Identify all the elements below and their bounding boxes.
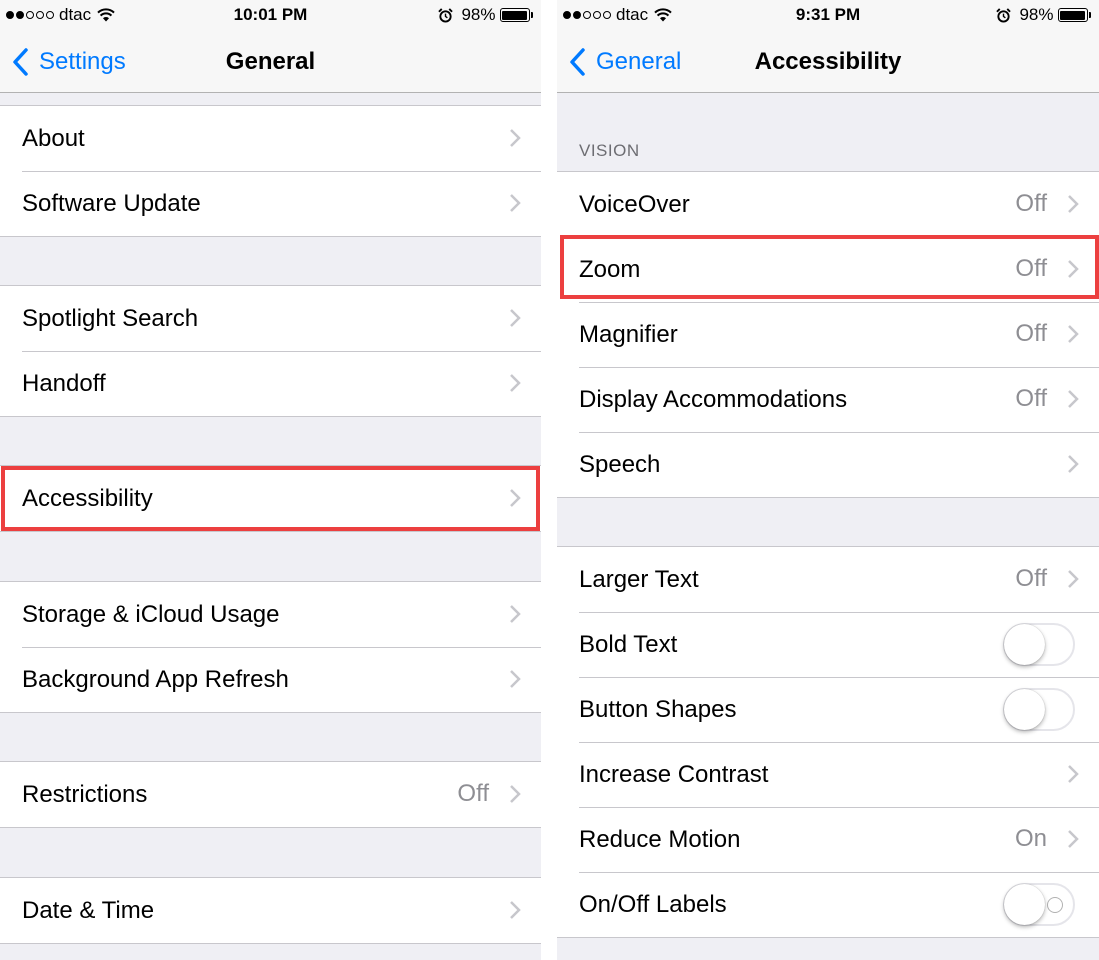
chevron-right-icon	[1068, 260, 1079, 278]
settings-row-zoom[interactable]: Zoom Off	[557, 237, 1099, 302]
settings-row-date-time[interactable]: Date & Time	[0, 878, 541, 943]
page-title: General	[225, 48, 316, 75]
accessibility-screen: dtac 9:31 PM 98% General Accessibility V…	[557, 0, 1099, 960]
battery-percent: 98%	[1019, 5, 1054, 24]
status-bar: dtac 9:31 PM 98%	[557, 0, 1099, 32]
chevron-right-icon	[1068, 325, 1079, 343]
settings-group-text-display: Larger Text Off Bold Text Button Shapes …	[557, 546, 1099, 938]
settings-group: Spotlight Search Handoff	[0, 285, 541, 417]
chevron-right-icon	[510, 129, 521, 147]
settings-row-storage-icloud-usage[interactable]: Storage & iCloud Usage	[0, 582, 541, 647]
settings-row-display-accommodations[interactable]: Display Accommodations Off	[557, 367, 1099, 432]
row-label: Magnifier	[579, 320, 678, 348]
row-label: Spotlight Search	[22, 304, 199, 332]
settings-row-reduce-motion[interactable]: Reduce Motion On	[557, 807, 1099, 872]
row-label: Increase Contrast	[579, 760, 769, 788]
row-value: Off	[1015, 255, 1047, 282]
settings-row-restrictions[interactable]: Restrictions Off	[0, 762, 541, 827]
settings-group: Restrictions Off	[0, 761, 541, 828]
settings-row-button-shapes: Button Shapes	[557, 677, 1099, 742]
settings-group: Storage & iCloud Usage Background App Re…	[0, 581, 541, 713]
settings-row-magnifier[interactable]: Magnifier Off	[557, 302, 1099, 367]
settings-row-handoff[interactable]: Handoff	[0, 351, 541, 416]
row-label: Reduce Motion	[579, 825, 741, 853]
row-value: On	[1014, 825, 1047, 852]
settings-row-larger-text[interactable]: Larger Text Off	[557, 547, 1099, 612]
settings-row-speech[interactable]: Speech	[557, 432, 1099, 497]
settings-row-on-off-labels: On/Off Labels	[557, 872, 1099, 937]
chevron-right-icon	[510, 901, 521, 919]
chevron-right-icon	[510, 605, 521, 623]
on-off-labels-toggle[interactable]	[1003, 883, 1075, 926]
chevron-right-icon	[1068, 830, 1079, 848]
row-label: Display Accommodations	[579, 385, 848, 413]
chevron-right-icon	[1068, 455, 1079, 473]
battery-icon	[499, 8, 533, 22]
settings-group: Date & Time	[0, 877, 541, 944]
row-label: On/Off Labels	[579, 890, 727, 918]
settings-row-increase-contrast[interactable]: Increase Contrast	[557, 742, 1099, 807]
battery-percent: 98%	[461, 5, 496, 24]
settings-row-voiceover[interactable]: VoiceOver Off	[557, 172, 1099, 237]
row-label: Accessibility	[22, 484, 153, 512]
general-screen: dtac 10:01 PM 98% Settings General About…	[0, 0, 541, 960]
page-title: Accessibility	[754, 48, 902, 75]
row-label: Storage & iCloud Usage	[22, 600, 280, 628]
off-label-ring-icon	[1047, 897, 1063, 913]
settings-row-background-app-refresh[interactable]: Background App Refresh	[0, 647, 541, 712]
bold-text-toggle[interactable]	[1003, 623, 1075, 666]
settings-row-spotlight-search[interactable]: Spotlight Search	[0, 286, 541, 351]
row-label: Restrictions	[22, 780, 148, 808]
row-value: Off	[1015, 385, 1047, 412]
alarm-clock-icon	[996, 7, 1012, 23]
settings-group: Accessibility	[0, 465, 541, 532]
row-label: Handoff	[22, 369, 106, 397]
row-value: Off	[1015, 320, 1047, 347]
row-label: VoiceOver	[579, 190, 690, 218]
chevron-right-icon	[510, 194, 521, 212]
chevron-right-icon	[1068, 390, 1079, 408]
row-label: Zoom	[579, 255, 641, 283]
navigation-bar: General Accessibility	[557, 32, 1099, 93]
button-shapes-toggle[interactable]	[1003, 688, 1075, 731]
settings-row-accessibility[interactable]: Accessibility	[0, 466, 541, 531]
alarm-clock-icon	[438, 7, 454, 23]
row-label: About	[22, 124, 85, 152]
battery-icon	[1057, 8, 1091, 22]
settings-row-about[interactable]: About	[0, 106, 541, 171]
chevron-right-icon	[510, 374, 521, 392]
chevron-right-icon	[510, 489, 521, 507]
settings-row-bold-text: Bold Text	[557, 612, 1099, 677]
row-label: Background App Refresh	[22, 665, 289, 693]
row-label: Date & Time	[22, 896, 155, 924]
chevron-right-icon	[510, 785, 521, 803]
row-label: Bold Text	[579, 630, 678, 658]
row-value: Off	[457, 780, 489, 807]
chevron-right-icon	[1068, 195, 1079, 213]
settings-group-vision: VoiceOver Off Zoom Off Magnifier Off Dis…	[557, 171, 1099, 498]
chevron-right-icon	[1068, 570, 1079, 588]
row-label: Speech	[579, 450, 661, 478]
row-label: Button Shapes	[579, 695, 737, 723]
chevron-right-icon	[1068, 765, 1079, 783]
settings-group: About Software Update	[0, 105, 541, 237]
navigation-bar: Settings General	[0, 32, 541, 93]
row-value: Off	[1015, 190, 1047, 217]
row-value: Off	[1015, 565, 1047, 592]
chevron-right-icon	[510, 670, 521, 688]
section-header-vision: VISION	[579, 141, 640, 160]
chevron-right-icon	[510, 309, 521, 327]
settings-row-software-update[interactable]: Software Update	[0, 171, 541, 236]
status-bar: dtac 10:01 PM 98%	[0, 0, 541, 32]
row-label: Larger Text	[579, 565, 699, 593]
row-label: Software Update	[22, 189, 201, 217]
